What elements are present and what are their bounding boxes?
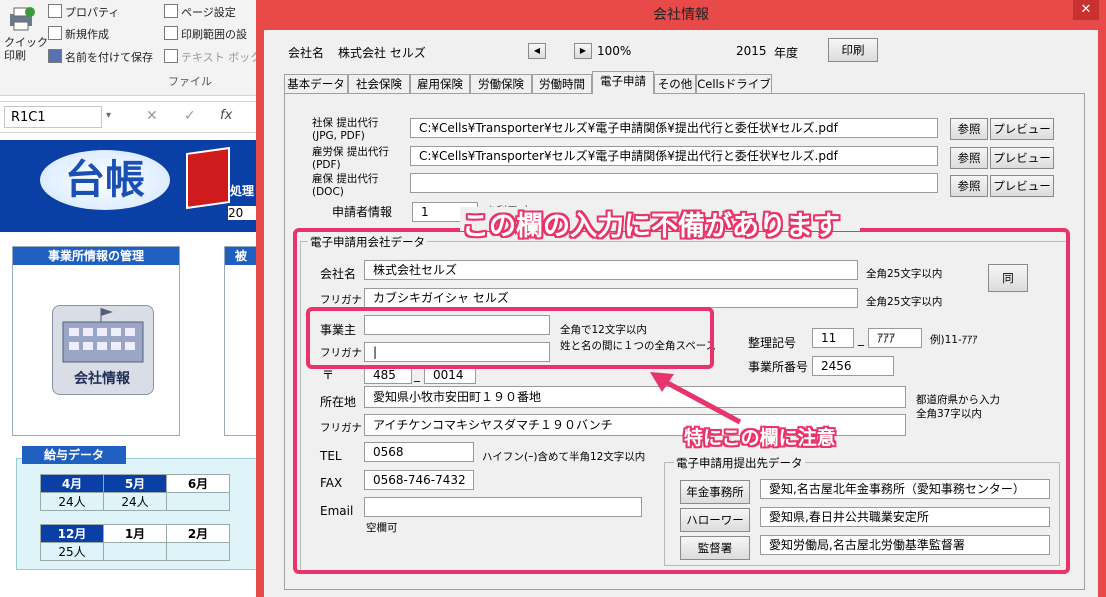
new-document-icon xyxy=(48,26,62,40)
count-cell xyxy=(103,542,167,561)
proxy-path-employment[interactable] xyxy=(410,173,938,193)
page-setup-item[interactable]: ページ設定 xyxy=(164,4,236,20)
ribbon-group-label: ファイル xyxy=(168,75,212,88)
count-cell: 25人 xyxy=(40,542,104,561)
office-panel-title: 事業所情報の管理 xyxy=(13,247,179,265)
count-cell: 24人 xyxy=(40,492,104,511)
partial-header-text: 処理 xyxy=(230,184,255,198)
applicant-label: 申請者情報 xyxy=(332,205,393,219)
quick-print-icon[interactable] xyxy=(6,6,40,34)
month-cell: 2月 xyxy=(166,524,230,543)
preview-button[interactable]: プレビュー xyxy=(990,118,1054,140)
binder-icon xyxy=(186,146,230,210)
cancel-icon[interactable]: ✕ xyxy=(146,108,158,124)
tab-employment-insurance[interactable]: 雇用保険 xyxy=(410,74,470,93)
count-cell xyxy=(166,492,230,511)
proxy-label-employment: 雇保 提出代行 (DOC) xyxy=(312,173,379,198)
browse-button[interactable]: 参照 xyxy=(950,147,988,169)
year-label: 年度 xyxy=(774,46,799,60)
proxy-label-social: 社保 提出代行 (JPG, PDF) xyxy=(312,117,379,142)
close-button[interactable]: ✕ xyxy=(1073,0,1099,20)
company-label: 会社名 xyxy=(288,46,325,60)
salary-table-2: 12月 1月 2月 25人 xyxy=(40,524,230,561)
second-panel: 被 xyxy=(224,246,258,436)
proxy-label-labor: 雇労保 提出代行 (PDF) xyxy=(312,146,389,171)
formula-bar: R1C1 ▾ ✕ ✓ fx xyxy=(0,101,256,133)
year-value: 2015 xyxy=(736,44,767,58)
zoom-in-button[interactable]: ▶ xyxy=(574,43,592,59)
browse-button[interactable]: 参照 xyxy=(950,118,988,140)
name-box[interactable]: R1C1 xyxy=(4,106,102,128)
right-arrow-icon: ▶ xyxy=(579,46,587,55)
save-as-label: 名前を付けて保存 xyxy=(65,51,153,64)
salary-table-1: 4月 5月 6月 24人 24人 xyxy=(40,474,230,511)
page-setup-label: ページ設定 xyxy=(181,6,236,19)
annotation-inner-box xyxy=(306,307,714,369)
salary-title: 給与データ xyxy=(22,446,126,464)
building-icon xyxy=(62,308,144,363)
partial-year-text: 20 xyxy=(228,206,256,220)
dialog-title: 会社情報 xyxy=(653,7,709,23)
close-icon: ✕ xyxy=(1080,2,1092,17)
properties-icon xyxy=(48,4,62,18)
tab-social-insurance[interactable]: 社会保険 xyxy=(348,74,410,93)
print-range-item[interactable]: 印刷範囲の設 xyxy=(164,26,247,42)
proxy-path-labor[interactable]: C:¥Cells¥Transporter¥セルズ¥電子申請関係¥提出代行と委任状… xyxy=(410,146,938,166)
save-as-item[interactable]: 名前を付けて保存 xyxy=(48,49,153,65)
print-range-icon xyxy=(164,26,178,40)
month-cell: 1月 xyxy=(103,524,167,543)
name-box-dropdown-icon[interactable]: ▾ xyxy=(106,110,111,121)
preview-button[interactable]: プレビュー xyxy=(990,147,1054,169)
left-arrow-icon: ◀ xyxy=(533,46,541,55)
tab-labor-insurance[interactable]: 労働保険 xyxy=(470,74,532,93)
print-range-label: 印刷範囲の設 xyxy=(181,28,247,41)
second-panel-title: 被 xyxy=(225,247,257,265)
zoom-level: 100% xyxy=(597,44,632,58)
properties-label: プロパティ xyxy=(65,6,120,19)
annotation-arrow-icon xyxy=(650,372,742,425)
enter-icon[interactable]: ✓ xyxy=(184,108,196,124)
daichou-logo: 台帳 xyxy=(40,150,170,210)
tab-other[interactable]: その他 xyxy=(654,74,696,93)
month-cell: 6月 xyxy=(166,474,230,493)
month-cell: 5月 xyxy=(103,474,167,493)
text-box-icon xyxy=(164,49,178,63)
function-icon[interactable]: fx xyxy=(220,108,232,123)
tab-working-hours[interactable]: 労働時間 xyxy=(532,74,592,93)
preview-button[interactable]: プレビュー xyxy=(990,175,1054,197)
new-create-label: 新規作成 xyxy=(65,28,109,41)
count-cell xyxy=(166,542,230,561)
properties-item[interactable]: プロパティ xyxy=(48,4,119,20)
zoom-out-button[interactable]: ◀ xyxy=(528,43,546,59)
quick-print-label[interactable]: クイック 印刷 xyxy=(4,36,48,62)
count-cell: 24人 xyxy=(103,492,167,511)
print-button[interactable]: 印刷 xyxy=(828,38,878,62)
save-icon xyxy=(48,49,62,63)
company-info-label: 会社情報 xyxy=(74,371,130,387)
browse-button[interactable]: 参照 xyxy=(950,175,988,197)
excel-ribbon: クイック 印刷 プロパティ 新規作成 名前を付けて保存 ページ設定 印刷範囲の設… xyxy=(0,0,272,96)
applicant-value: 1 xyxy=(421,205,429,219)
proxy-path-social[interactable]: C:¥Cells¥Transporter¥セルズ¥電子申請関係¥提出代行と委任状… xyxy=(410,118,938,138)
month-cell: 4月 xyxy=(40,474,104,493)
annotation-main-text: この欄の入力に不備があります xyxy=(462,211,840,242)
tab-basic-data[interactable]: 基本データ xyxy=(284,74,348,93)
month-cell: 12月 xyxy=(40,524,104,543)
company-value: 株式会社 セルズ xyxy=(338,46,426,60)
tab-electronic-application[interactable]: 電子申請 xyxy=(592,71,654,94)
page-setup-icon xyxy=(164,4,178,18)
tab-cells-drive[interactable]: Cellsドライブ xyxy=(696,74,772,93)
new-create-item[interactable]: 新規作成 xyxy=(48,26,109,42)
